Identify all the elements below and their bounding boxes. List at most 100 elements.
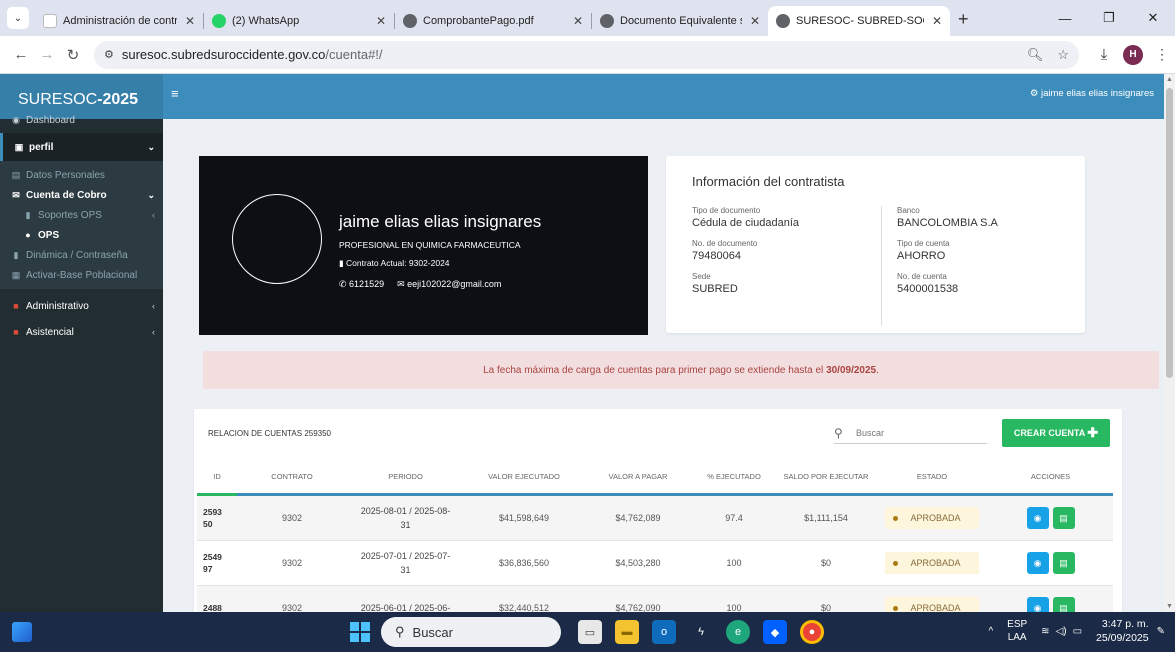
sidebar-item-cuenta-de-cobro[interactable]: ✉ Cuenta de Cobro ⌄ xyxy=(0,185,163,205)
document-button[interactable]: ▤ xyxy=(1052,507,1075,529)
status-text: APROBADA xyxy=(910,603,961,612)
cell-id: 2593 50 xyxy=(197,496,237,541)
info-column-left: Tipo de documento Cédula de ciudadanía N… xyxy=(692,206,799,305)
column-header[interactable]: CONTRATO xyxy=(237,459,347,496)
browser-tab-1[interactable]: Administración de contratos ✕ xyxy=(35,6,203,36)
column-header[interactable]: VALOR EJECUTADO xyxy=(464,459,584,496)
column-header[interactable]: PERIODO xyxy=(347,459,464,496)
browser-tab-2[interactable]: (2) WhatsApp ✕ xyxy=(204,6,394,36)
close-tab-icon[interactable]: ✕ xyxy=(573,14,583,28)
zoom-icon[interactable]: 🔍︎ xyxy=(1027,47,1044,63)
document-button[interactable]: ▤ xyxy=(1052,552,1075,574)
periodo-part: 2025-08-01 / 2025-08- xyxy=(360,506,451,516)
toolbar-right: ⤓ H ⋮ xyxy=(1091,44,1169,65)
forward-icon[interactable]: → xyxy=(34,46,60,63)
task-view-icon[interactable]: ▭ xyxy=(578,620,602,644)
scroll-down-icon[interactable]: ▼ xyxy=(1166,603,1173,610)
profile-name: jaime elias elias insignares xyxy=(339,212,542,231)
sidebar-item-datos-personales[interactable]: ▤ Datos Personales xyxy=(0,165,163,185)
browser-tab-4[interactable]: Documento Equivalente sep ✕ xyxy=(592,6,768,36)
new-tab-icon[interactable]: + xyxy=(958,9,969,30)
download-icon[interactable]: ⤓ xyxy=(1091,46,1117,63)
user-icon: ● xyxy=(25,230,31,240)
table-row: 2593 50 9302 2025-08-01 / 2025-08- 31 $41,… xyxy=(197,496,1113,541)
site-settings-icon[interactable]: ⚙ xyxy=(104,48,114,61)
sidebar-item-perfil[interactable]: ▣ perfil ⌄ xyxy=(0,133,163,161)
column-header[interactable]: ID xyxy=(197,459,237,496)
outlook-icon[interactable]: o xyxy=(652,620,676,644)
reload-icon[interactable]: ↻ xyxy=(60,46,86,64)
column-header[interactable]: VALOR A PAGAR xyxy=(584,459,692,496)
view-button[interactable]: ◉ xyxy=(1026,552,1049,574)
tab-search-chevron-icon[interactable]: ⌄ xyxy=(7,7,29,29)
scrollbar-thumb[interactable] xyxy=(1166,88,1173,378)
minimize-icon[interactable]: — xyxy=(1043,11,1087,26)
menu-kebab-icon[interactable]: ⋮ xyxy=(1155,46,1169,63)
cell-pct: 100 xyxy=(692,586,776,612)
sidebar-item-administrativo[interactable]: ■ Administrativo ‹ xyxy=(0,293,163,319)
sidebar-item-soportes-ops[interactable]: ▮ Soportes OPS ‹ xyxy=(0,205,163,225)
windows-start-icon[interactable] xyxy=(350,622,370,642)
close-tab-icon[interactable]: ✕ xyxy=(376,14,386,28)
browser-tab-3[interactable]: ComprobantePago.pdf ✕ xyxy=(395,6,591,36)
info-value: 5400001538 xyxy=(897,283,959,295)
page-scrollbar[interactable]: ▲ ▼ xyxy=(1164,74,1175,612)
bookmark-star-icon[interactable]: ☆ xyxy=(1057,47,1069,63)
restore-icon[interactable]: ❐ xyxy=(1087,10,1131,26)
view-button[interactable]: ◉ xyxy=(1026,597,1049,612)
battery-icon[interactable]: ▭ xyxy=(1073,626,1082,637)
document-button[interactable]: ▤ xyxy=(1052,597,1075,612)
volume-icon[interactable]: ◁) xyxy=(1056,626,1067,637)
create-account-button[interactable]: CREAR CUENTA ✚ xyxy=(1002,419,1110,447)
widgets-icon[interactable] xyxy=(12,622,32,642)
alert-date: 30/09/2025 xyxy=(826,364,877,376)
briefcase-icon: ■ xyxy=(13,327,19,337)
periodo-part: 2025-06-01 / 2025-06- xyxy=(360,603,451,612)
column-header[interactable]: SALDO POR EJECUTAR xyxy=(776,459,876,496)
sidebar-item-dinamica[interactable]: ▮ Dinámica / Contraseña xyxy=(0,245,163,265)
close-tab-icon[interactable]: ✕ xyxy=(185,14,195,28)
phone-link-icon[interactable]: ϟ xyxy=(689,620,713,644)
browser-tab-active[interactable]: SURESOC- SUBRED-SOC ✕ xyxy=(768,6,950,36)
cell-saldo: $0 xyxy=(776,586,876,612)
status-text: APROBADA xyxy=(910,558,961,568)
view-button[interactable]: ◉ xyxy=(1026,507,1049,529)
info-title: Información del contratista xyxy=(692,174,845,189)
close-tab-icon[interactable]: ✕ xyxy=(932,14,942,28)
sidebar-item-asistencial[interactable]: ■ Asistencial ‹ xyxy=(0,319,163,345)
close-tab-icon[interactable]: ✕ xyxy=(750,14,760,28)
back-icon[interactable]: ← xyxy=(8,46,34,63)
file-explorer-icon[interactable]: ▬ xyxy=(615,620,639,644)
notification-icon[interactable]: ✎ xyxy=(1157,626,1165,637)
sidebar-item-ops[interactable]: ● OPS xyxy=(0,225,163,245)
language-indicator[interactable]: ESP LAA xyxy=(1007,618,1027,644)
column-header[interactable]: ACCIONES xyxy=(988,459,1113,496)
dropbox-icon[interactable]: ◆ xyxy=(763,620,787,644)
profile-avatar[interactable]: H xyxy=(1123,44,1143,65)
sidebar-item-label: Dinámica / Contraseña xyxy=(26,249,128,261)
button-label: CREAR CUENTA xyxy=(1013,428,1086,438)
alert-end: . xyxy=(876,364,879,376)
scroll-up-icon[interactable]: ▲ xyxy=(1166,76,1173,83)
url-omnibox[interactable]: ⚙ suresoc.subredsuroccidente.gov.co/cuen… xyxy=(94,40,1079,69)
periodo-part: 2025-07-01 / 2025-07- xyxy=(360,551,451,561)
clock[interactable]: 3:47 p. m. 25/09/2025 xyxy=(1096,617,1149,645)
id-part: 97 xyxy=(203,564,213,574)
edge-icon[interactable]: e xyxy=(726,620,750,644)
taskbar-search[interactable]: ⚲ Buscar xyxy=(381,617,561,647)
column-header[interactable]: ESTADO xyxy=(876,459,988,496)
wifi-icon[interactable]: ≋ xyxy=(1041,626,1049,637)
chevron-up-icon[interactable]: ^ xyxy=(988,626,993,637)
sidebar-item-activar-base[interactable]: ▦ Activar-Base Poblacional xyxy=(0,265,163,285)
close-window-icon[interactable]: ✕ xyxy=(1131,10,1175,26)
column-header[interactable]: % EJECUTADO xyxy=(692,459,776,496)
url-text[interactable]: suresoc.subredsuroccidente.gov.co/cuenta… xyxy=(122,47,1013,62)
sidebar-item-dashboard[interactable]: ◉ Dashboard xyxy=(0,113,163,127)
envelope-icon: ✉ xyxy=(12,189,20,200)
globe-icon xyxy=(776,14,790,28)
hamburger-menu-icon[interactable]: ≡ xyxy=(171,86,179,101)
search-input[interactable] xyxy=(856,427,976,438)
user-menu[interactable]: ⚙ jaime elias elias insignares xyxy=(1030,88,1154,99)
address-card-icon: ▤ xyxy=(11,169,21,180)
chrome-icon[interactable]: ● xyxy=(800,620,824,644)
